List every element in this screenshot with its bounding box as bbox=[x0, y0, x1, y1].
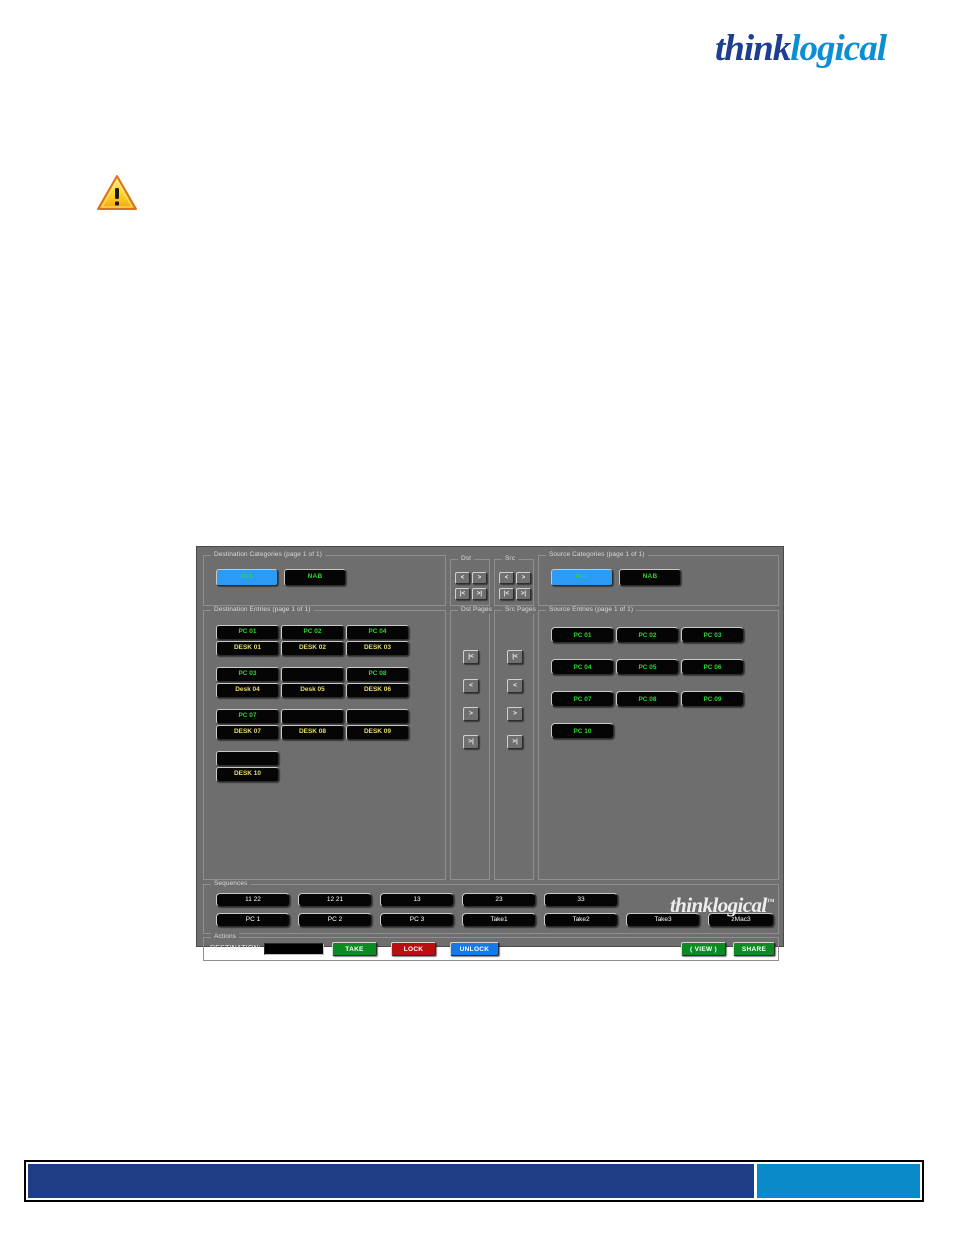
thinklogical-logo: thinklogical bbox=[656, 28, 887, 70]
sequence-button[interactable]: 23 bbox=[462, 893, 536, 907]
destination-entry-source[interactable] bbox=[281, 709, 344, 724]
src-nav-title: Src bbox=[502, 555, 519, 563]
destination-entry-label[interactable]: Desk 04 bbox=[216, 683, 279, 698]
sequence-button[interactable]: Take2 bbox=[544, 913, 618, 927]
sequence-button[interactable]: Take1 bbox=[462, 913, 536, 927]
source-entry[interactable]: PC 03 bbox=[681, 627, 744, 643]
src-next-icon[interactable]: > bbox=[516, 572, 531, 584]
footer-bars bbox=[24, 1160, 924, 1202]
destination-input[interactable] bbox=[264, 943, 324, 955]
dst-pages-first-icon[interactable]: |< bbox=[463, 650, 479, 664]
src-pages-panel: Src Pages |< < > >| bbox=[494, 606, 539, 880]
logo-logical-text: logical bbox=[790, 28, 887, 69]
sequences-title: Sequences bbox=[211, 880, 251, 888]
sequence-button[interactable]: 12 21 bbox=[298, 893, 372, 907]
src-pages-first-icon[interactable]: |< bbox=[507, 650, 523, 664]
destination-entry-source[interactable]: PC 04 bbox=[346, 625, 409, 640]
view-button[interactable]: ( VIEW ) bbox=[681, 942, 726, 956]
destination-categories-panel: Destination Categories (page 1 of 1) ALL… bbox=[203, 551, 446, 606]
destination-entry-source[interactable]: PC 01 bbox=[216, 625, 279, 640]
destination-category-all-button[interactable]: ALL bbox=[216, 569, 278, 586]
destination-entry-label[interactable]: DESK 07 bbox=[216, 725, 279, 740]
matrix-switch-app-window: Destination Categories (page 1 of 1) ALL… bbox=[196, 546, 784, 961]
src-pages-prev-icon[interactable]: < bbox=[507, 679, 523, 693]
dst-last-icon[interactable]: >| bbox=[472, 588, 487, 600]
source-entries-title: Source Entries (page 1 of 1) bbox=[546, 606, 637, 614]
sequences-panel: Sequences 11 22 12 21 13 23 33 PC 1 PC 2… bbox=[203, 880, 779, 934]
destination-entries-panel: Destination Entries (page 1 of 1) PC 01 … bbox=[203, 606, 446, 880]
dst-nav-panel: Dst < > |< >| bbox=[450, 555, 490, 606]
destination-field-label: DESTINATION: bbox=[210, 945, 261, 952]
dst-pages-last-icon[interactable]: >| bbox=[463, 735, 479, 749]
source-entry[interactable]: PC 09 bbox=[681, 691, 744, 707]
destination-entry-source[interactable]: PC 07 bbox=[216, 709, 279, 724]
dst-pages-panel: Dst Pages |< < > >| bbox=[450, 606, 495, 880]
destination-entry-label[interactable]: DESK 01 bbox=[216, 641, 279, 656]
take-button[interactable]: TAKE bbox=[332, 942, 377, 956]
destination-entry-source[interactable]: PC 03 bbox=[216, 667, 279, 682]
destination-entries-title: Destination Entries (page 1 of 1) bbox=[211, 606, 314, 614]
destination-entry-source[interactable] bbox=[281, 667, 344, 682]
destination-entry-label[interactable]: DESK 06 bbox=[346, 683, 409, 698]
sequence-button[interactable]: 11 22 bbox=[216, 893, 290, 907]
src-nav-panel: Src < > |< >| bbox=[494, 555, 534, 606]
destination-entry-label[interactable]: Desk 05 bbox=[281, 683, 344, 698]
source-category-nab-button[interactable]: NAB bbox=[619, 569, 681, 586]
dst-first-icon[interactable]: |< bbox=[455, 588, 470, 600]
source-entry[interactable]: PC 08 bbox=[616, 691, 679, 707]
source-entry[interactable]: PC 06 bbox=[681, 659, 744, 675]
sequence-button[interactable]: 13 bbox=[380, 893, 454, 907]
src-prev-icon[interactable]: < bbox=[499, 572, 514, 584]
destination-entry-label[interactable]: DESK 03 bbox=[346, 641, 409, 656]
src-pages-next-icon[interactable]: > bbox=[507, 707, 523, 721]
dst-nav-title: Dst bbox=[458, 555, 475, 563]
destination-entry-label[interactable]: DESK 09 bbox=[346, 725, 409, 740]
footer-bar-light bbox=[757, 1164, 920, 1198]
destination-entry-source[interactable] bbox=[216, 751, 279, 766]
dst-pages-prev-icon[interactable]: < bbox=[463, 679, 479, 693]
seq-logo-tm: ™ bbox=[766, 897, 775, 906]
source-category-all-button[interactable]: ALL bbox=[551, 569, 613, 586]
dst-pages-next-icon[interactable]: > bbox=[463, 707, 479, 721]
sequence-button[interactable]: PC 3 bbox=[380, 913, 454, 927]
source-entry[interactable]: PC 04 bbox=[551, 659, 614, 675]
sequence-button[interactable]: PC 1 bbox=[216, 913, 290, 927]
actions-panel: Actions DESTINATION: TAKE LOCK UNLOCK ( … bbox=[203, 933, 779, 961]
seq-logo-think-text: think bbox=[669, 893, 713, 917]
warning-icon bbox=[95, 173, 139, 213]
dst-next-icon[interactable]: > bbox=[472, 572, 487, 584]
source-entry[interactable]: PC 07 bbox=[551, 691, 614, 707]
source-entry[interactable]: PC 10 bbox=[551, 723, 614, 739]
source-entry[interactable]: PC 01 bbox=[551, 627, 614, 643]
share-button[interactable]: SHARE bbox=[733, 942, 775, 956]
src-last-icon[interactable]: >| bbox=[516, 588, 531, 600]
destination-entry-label[interactable]: DESK 10 bbox=[216, 767, 279, 782]
lock-button[interactable]: LOCK bbox=[391, 942, 436, 956]
destination-entry-label[interactable]: DESK 08 bbox=[281, 725, 344, 740]
source-entry[interactable]: PC 02 bbox=[616, 627, 679, 643]
source-entry[interactable]: PC 05 bbox=[616, 659, 679, 675]
source-entries-panel: Source Entries (page 1 of 1) PC 01 PC 02… bbox=[538, 606, 779, 880]
footer-bar-dark bbox=[28, 1164, 754, 1198]
destination-entry-source[interactable]: PC 02 bbox=[281, 625, 344, 640]
src-first-icon[interactable]: |< bbox=[499, 588, 514, 600]
src-pages-last-icon[interactable]: >| bbox=[507, 735, 523, 749]
seq-logo-logical-text: logical bbox=[712, 893, 767, 917]
destination-entry-source[interactable] bbox=[346, 709, 409, 724]
destination-category-nab-button[interactable]: NAB bbox=[284, 569, 346, 586]
destination-entry-label[interactable]: DESK 02 bbox=[281, 641, 344, 656]
source-categories-title: Source Categories (page 1 of 1) bbox=[546, 551, 648, 559]
destination-entry-source[interactable]: PC 08 bbox=[346, 667, 409, 682]
dst-prev-icon[interactable]: < bbox=[455, 572, 470, 584]
src-pages-title: Src Pages bbox=[502, 606, 539, 614]
dst-pages-title: Dst Pages bbox=[458, 606, 495, 614]
logo-think-text: think bbox=[715, 28, 791, 69]
destination-categories-title: Destination Categories (page 1 of 1) bbox=[211, 551, 326, 559]
sequence-button[interactable]: PC 2 bbox=[298, 913, 372, 927]
sequence-button[interactable]: 33 bbox=[544, 893, 618, 907]
unlock-button[interactable]: UNLOCK bbox=[450, 942, 499, 956]
sequences-thinklogical-logo: thinklogical™ bbox=[669, 891, 775, 917]
source-categories-panel: Source Categories (page 1 of 1) ALL NAB bbox=[538, 551, 779, 606]
actions-title: Actions bbox=[211, 933, 240, 941]
